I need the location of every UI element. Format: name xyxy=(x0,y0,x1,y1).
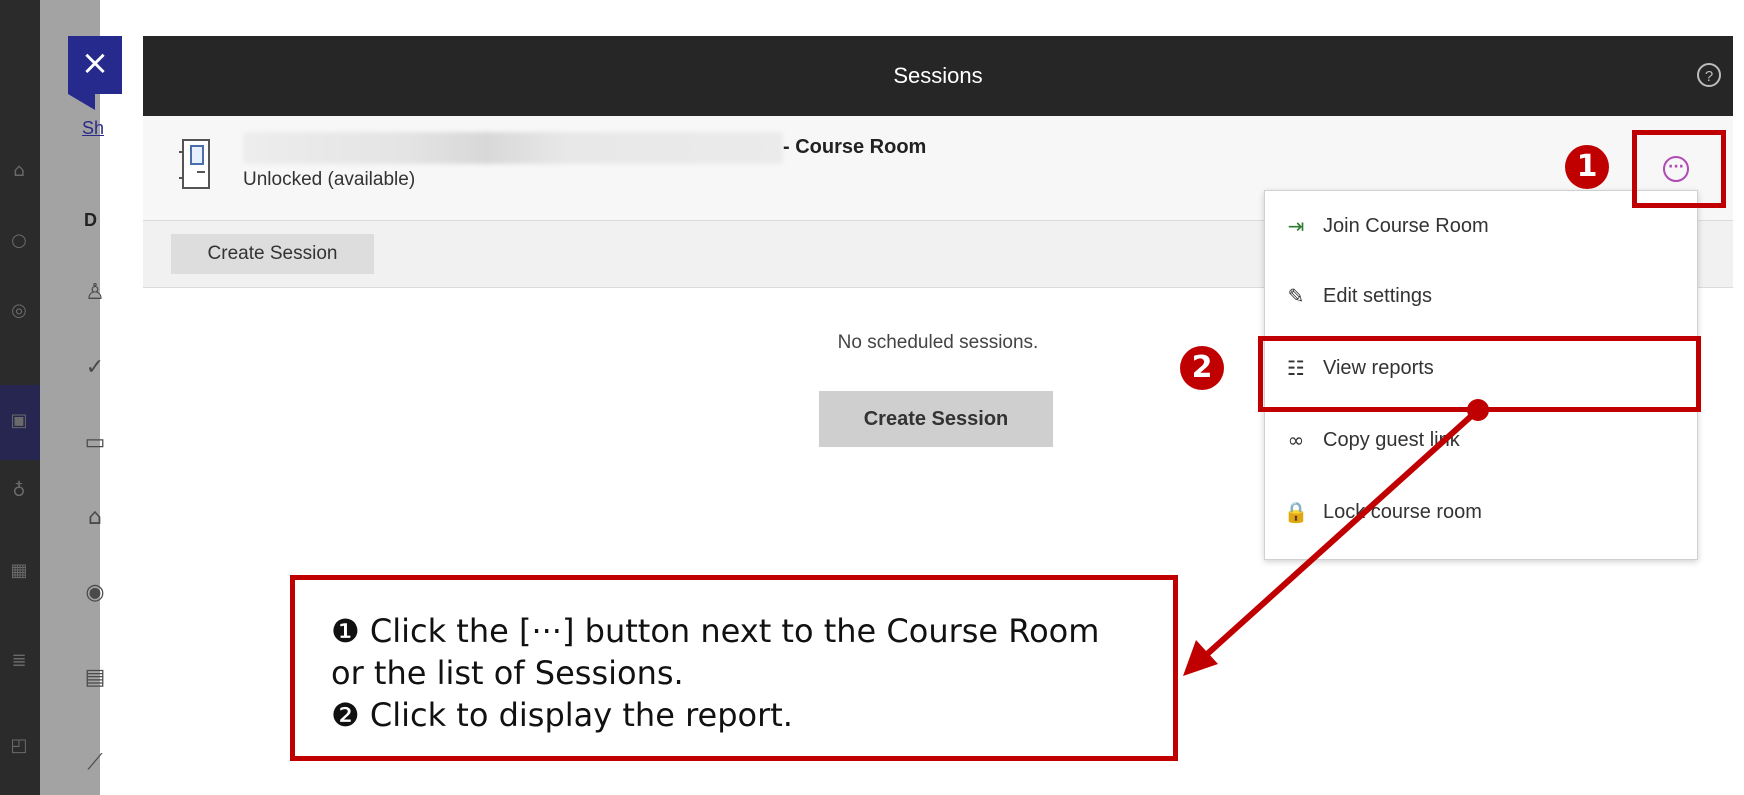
door-icon xyxy=(179,139,210,189)
callout-line-2: or the list of Sessions. xyxy=(331,654,684,692)
badge-icon: ◉ xyxy=(85,580,105,605)
step-badge-1: 1 xyxy=(1565,145,1609,189)
create-session-button[interactable]: Create Session xyxy=(819,391,1053,447)
edit-icon: ◰ xyxy=(10,735,28,756)
profile-icon: ○ xyxy=(11,230,27,251)
clipboard-icon: ▤ xyxy=(84,665,106,690)
menu-item-label: Copy guest link xyxy=(1323,429,1460,451)
link-icon: ∞ xyxy=(1287,428,1305,452)
create-session-button-toolbar[interactable]: Create Session xyxy=(171,234,374,274)
globe-icon: ◎ xyxy=(11,300,27,321)
image-icon: ▭ xyxy=(84,430,106,455)
highlight-view-reports xyxy=(1258,336,1701,412)
step-badge-2: 2 xyxy=(1180,346,1224,390)
course-room-title: - Course Room xyxy=(783,136,927,158)
highlight-more-button xyxy=(1632,130,1726,208)
strip-link: Sh xyxy=(82,118,105,138)
calendar-icon: ▦ xyxy=(10,560,28,581)
institution-icon: ⌂ xyxy=(13,160,25,181)
help-icon[interactable]: ? xyxy=(1697,63,1721,87)
panel-title: Sessions xyxy=(893,63,983,88)
callout-line-1: ❶ Click the [···] button next to the Cou… xyxy=(331,612,1100,650)
user-icon: ♙ xyxy=(85,280,105,305)
instruction-callout: ❶ Click the [···] button next to the Cou… xyxy=(290,575,1178,761)
courses-icon: ▣ xyxy=(10,410,28,431)
menu-item-edit-settings[interactable]: ✎ Edit settings xyxy=(1265,261,1697,331)
menu-item-label: Lock course room xyxy=(1323,501,1482,523)
strip-header: D xyxy=(84,210,97,230)
groups-icon: ♁ xyxy=(12,480,26,501)
redacted-course-name xyxy=(243,132,783,164)
callout-line-3: ❷ Click to display the report. xyxy=(331,696,793,734)
menu-item-lock-course-room[interactable]: 🔒 Lock course room xyxy=(1265,477,1697,547)
callout-text: ❶ Click the [···] button next to the Cou… xyxy=(331,610,1151,736)
menu-item-label: Join Course Room xyxy=(1323,215,1489,237)
lock-icon: 🔒 xyxy=(1283,500,1309,524)
panel-header: Sessions ? xyxy=(143,36,1733,116)
close-button-notch xyxy=(68,94,95,110)
menu-item-label: Edit settings xyxy=(1323,285,1432,307)
close-panel-button[interactable]: × xyxy=(68,36,122,94)
check-icon: ✓ xyxy=(85,355,105,380)
background-nav: ⌂ ○ ◎ ▣ ♁ ▦ ≣ ◰ xyxy=(0,0,40,795)
pencil-icon: ✎ xyxy=(1287,284,1305,308)
lock-icon: ⌂ xyxy=(88,505,102,530)
background-course-strip: Sh D ♙ ✓ ▭ ⌂ ◉ ▤ ⟋ xyxy=(40,0,105,795)
grades-icon: ≣ xyxy=(11,650,27,671)
join-icon: ⇥ xyxy=(1287,214,1305,238)
menu-item-copy-guest-link[interactable]: ∞ Copy guest link xyxy=(1265,405,1697,475)
course-room-status: Unlocked (available) xyxy=(243,169,416,190)
tool-icon: ⟋ xyxy=(87,750,103,775)
